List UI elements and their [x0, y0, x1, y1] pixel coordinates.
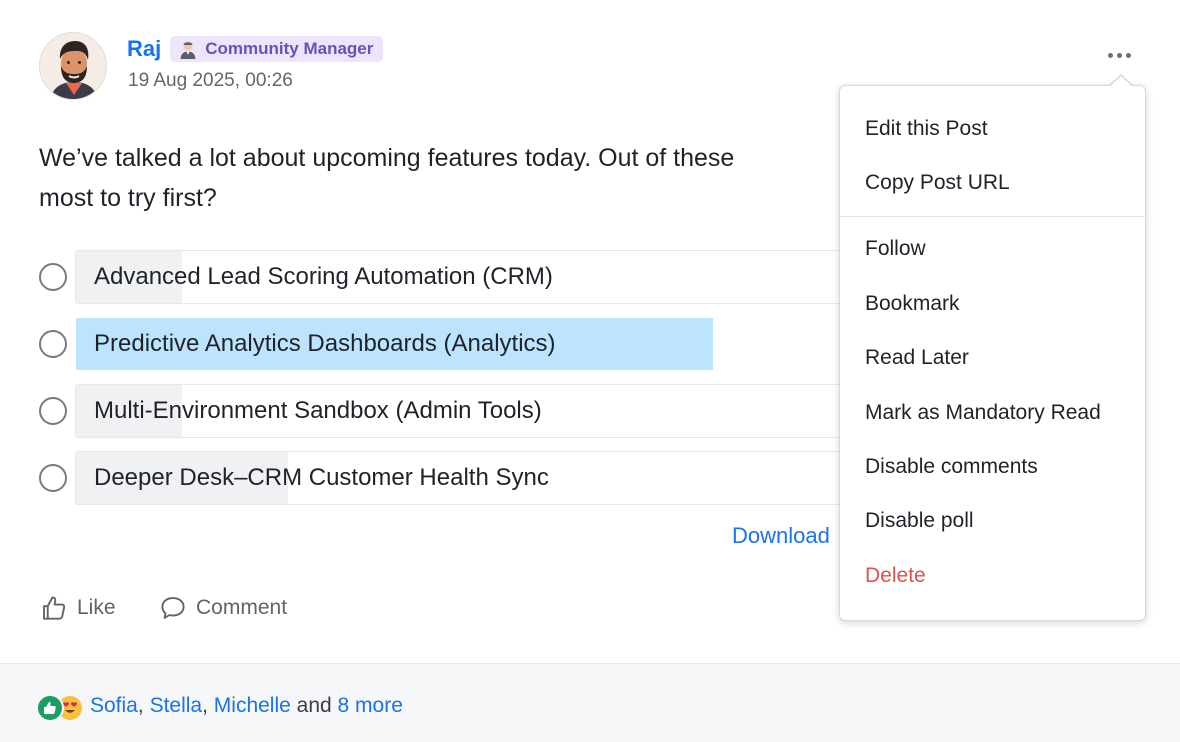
role-badge: Community Manager — [170, 36, 384, 62]
menu-item-disable-comments[interactable]: Disable comments — [865, 453, 1038, 481]
reactor-name[interactable]: Sofia — [90, 694, 138, 717]
menu-item-mark-mandatory-read[interactable]: Mark as Mandatory Read — [865, 399, 1101, 427]
poll-option-label: Predictive Analytics Dashboards (Analyti… — [94, 330, 556, 357]
reactor-name[interactable]: Michelle — [214, 694, 291, 717]
poll-option-label: Deeper Desk–CRM Customer Health Sync — [94, 464, 549, 491]
reactor-name[interactable]: Stella — [150, 694, 203, 717]
post-body: We’ve talked a lot about upcoming featur… — [39, 138, 839, 218]
poll-radio[interactable] — [39, 263, 67, 291]
author-avatar[interactable] — [39, 32, 107, 100]
post-text-line: most to try first? — [39, 184, 217, 212]
like-reaction-icon — [36, 694, 64, 722]
reactions-footer: Sofia, Stella, Michelle and 8 more — [0, 664, 1180, 742]
thumbs-up-icon — [43, 596, 66, 620]
more-dots-icon — [1107, 52, 1113, 58]
comment-button[interactable]: Comment — [158, 590, 287, 626]
comment-label: Comment — [196, 596, 288, 619]
name-separator: , — [137, 694, 144, 717]
avatar-illustration-icon — [40, 33, 106, 99]
role-badge-label: Community Manager — [205, 39, 374, 58]
menu-item-bookmark[interactable]: Bookmark — [865, 290, 960, 318]
poll-radio[interactable] — [39, 464, 67, 492]
author-line: Raj Community Manager — [127, 35, 384, 63]
menu-item-edit-post[interactable]: Edit this Post — [865, 115, 988, 143]
more-reactors-link[interactable]: 8 more — [338, 694, 403, 717]
post-text-line: We’ve talked a lot about upcoming featur… — [39, 144, 735, 172]
menu-pointer-inner — [1109, 76, 1133, 87]
menu-item-follow[interactable]: Follow — [865, 235, 926, 263]
post-timestamp: 19 Aug 2025, 00:26 — [128, 70, 293, 91]
menu-item-delete[interactable]: Delete — [865, 562, 926, 590]
author-name[interactable]: Raj — [127, 36, 161, 62]
menu-item-copy-post-url[interactable]: Copy Post URL — [865, 169, 1010, 197]
poll-radio[interactable] — [39, 397, 67, 425]
comment-bubble-icon — [161, 597, 185, 619]
like-label: Like — [77, 596, 116, 619]
post-options-menu: Edit this Post Copy Post URL Follow Book… — [839, 85, 1146, 621]
menu-divider — [840, 216, 1145, 217]
more-options-button[interactable] — [1100, 40, 1138, 70]
like-button[interactable]: Like — [39, 590, 116, 626]
and-text: and — [296, 694, 332, 717]
download-results-link[interactable]: Download — [732, 523, 830, 549]
menu-item-disable-poll[interactable]: Disable poll — [865, 507, 974, 535]
reaction-icons[interactable] — [36, 694, 86, 724]
poll-radio[interactable] — [39, 330, 67, 358]
name-separator: , — [202, 694, 208, 717]
reactors-text: Sofia, Stella, Michelle and 8 more — [90, 694, 403, 718]
person-icon — [180, 41, 196, 59]
poll-option-label: Advanced Lead Scoring Automation (CRM) — [94, 263, 553, 290]
menu-item-read-later[interactable]: Read Later — [865, 344, 969, 372]
poll-option-label: Multi-Environment Sandbox (Admin Tools) — [94, 397, 542, 424]
